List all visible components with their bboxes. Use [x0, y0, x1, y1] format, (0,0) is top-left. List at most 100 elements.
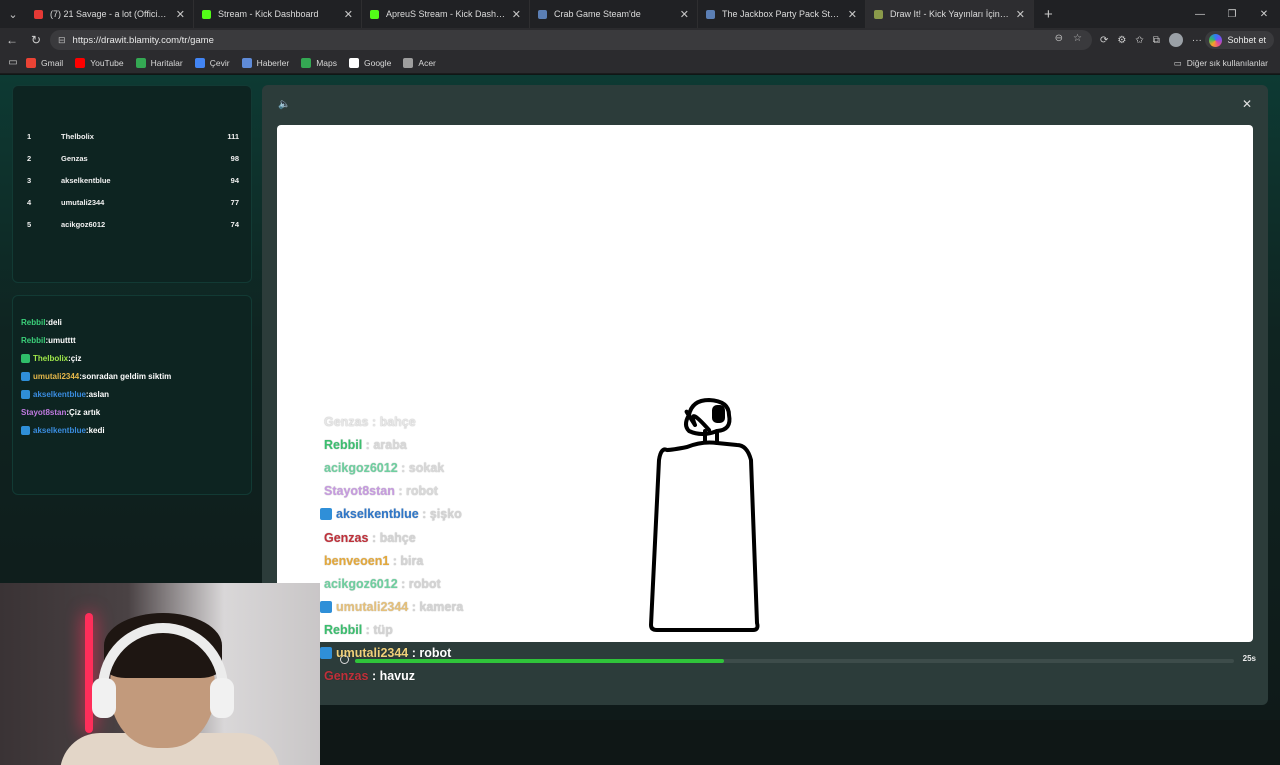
bookmark-item[interactable]: Maps — [301, 57, 337, 68]
guess-word: : bahçe — [368, 530, 416, 545]
guess-message: acikgoz6012 : sokak — [324, 461, 444, 475]
favorites-icon[interactable]: ✩ — [1135, 35, 1143, 46]
bottle-body-stroke — [649, 440, 760, 632]
guess-word: : kamera — [408, 599, 464, 614]
tab-close-icon[interactable]: ✕ — [512, 8, 521, 21]
guess-message: akselkentblue : şişko — [320, 507, 462, 521]
close-icon[interactable]: ✕ — [1242, 97, 1252, 111]
chat-badge-icon — [21, 372, 30, 381]
bookmark-item[interactable]: Acer — [403, 57, 436, 68]
url-field[interactable]: ⊟ https://drawit.blamity.com/tr/game ⊖ ☆ — [50, 30, 1092, 50]
chat-message: Thelbolix: çiz — [21, 354, 81, 363]
chat-message: akselkentblue: kedi — [21, 426, 105, 435]
tab-close-icon[interactable]: ✕ — [344, 8, 353, 21]
bookmark-favicon-icon — [301, 57, 312, 68]
browser-tab[interactable]: Draw It! - Kick Yayınları İçin Çizim ✕ — [866, 0, 1034, 28]
chat-text: umutttt — [48, 336, 76, 345]
close-window-icon[interactable]: ✕ — [1248, 0, 1280, 28]
site-info-icon[interactable]: ⊟ — [58, 35, 66, 46]
new-tab-button[interactable]: + — [1034, 6, 1053, 23]
chat-message: Stayot8stan: Çiz artık — [21, 408, 100, 417]
tab-title: ApreuS Stream - Kick Dashboard — [386, 9, 506, 19]
more-options-icon[interactable]: ··· — [1192, 35, 1202, 46]
guess-word: : bahçe — [368, 415, 416, 429]
browser-tab[interactable]: Crab Game Steam'de ✕ — [530, 0, 698, 28]
sound-toggle-icon[interactable]: 🔈 — [278, 99, 290, 110]
guess-word-text: bahçe — [379, 530, 416, 545]
guess-username: Genzas — [324, 669, 369, 684]
leaderboard-score: 98 — [230, 153, 239, 163]
tab-favicon-icon — [874, 9, 883, 19]
timer-bar — [355, 659, 1234, 663]
browser-tab[interactable]: (7) 21 Savage - a lot (Official Video) ✕ — [26, 0, 194, 28]
bookmark-label: Haritalar — [150, 57, 183, 68]
bookmark-favicon-icon — [241, 57, 252, 68]
copilot-chat-button[interactable]: Sohbet et — [1205, 31, 1274, 49]
bookmark-item[interactable]: Gmail — [26, 57, 64, 68]
guess-message: acikgoz6012 : robot — [324, 577, 441, 591]
window-controls: — ❐ ✕ — [1184, 0, 1280, 28]
toolbar-right: ⟳ ⚙ ✩ ⧉ ··· — [1100, 28, 1202, 52]
zoom-icon[interactable]: ⊖ — [1055, 33, 1063, 44]
bookmark-label: Maps — [316, 57, 337, 68]
maximize-icon[interactable]: ❐ — [1216, 0, 1248, 28]
collections-icon[interactable]: ⧉ — [1153, 35, 1160, 46]
bookmark-favicon-icon — [135, 57, 146, 68]
bottle-drawing — [649, 398, 760, 632]
user-badge-icon — [320, 600, 332, 613]
favorite-star-icon[interactable]: ☆ — [1073, 33, 1082, 44]
browser-tab[interactable]: ApreuS Stream - Kick Dashboard ✕ — [362, 0, 530, 28]
other-bookmarks[interactable]: ▭ Diğer sık kullanılanlar — [1174, 52, 1268, 74]
browser-tab[interactable]: Stream - Kick Dashboard ✕ — [194, 0, 362, 28]
tab-close-icon[interactable]: ✕ — [176, 8, 185, 21]
bookmark-item[interactable]: Haberler — [241, 57, 289, 68]
guess-username: akselkentblue — [336, 507, 419, 522]
tab-title: Stream - Kick Dashboard — [218, 9, 319, 19]
chat-message: Rebbil: umutttt — [21, 336, 76, 345]
url-text: https://drawit.blamity.com/tr/game — [72, 34, 214, 46]
guess-word: : şişko — [418, 507, 462, 522]
leaderboard-name: acikgoz6012 — [61, 220, 106, 230]
tab-close-icon[interactable]: ✕ — [680, 8, 689, 21]
leaderboard-rank: 5 — [27, 220, 32, 230]
leaderboard-name: umutali2344 — [61, 198, 105, 208]
split-screen-icon[interactable]: ⚙ — [1117, 35, 1126, 46]
chat-username[interactable]: Thelbolix — [33, 354, 68, 363]
leaderboard-score: 77 — [230, 198, 239, 208]
bookmark-favicon-icon — [194, 57, 205, 68]
extensions-icon[interactable]: ⟳ — [1100, 35, 1108, 46]
leaderboard-rank: 1 — [27, 131, 32, 141]
chat-text: aslan — [88, 390, 110, 399]
chat-badge-icon — [21, 390, 30, 399]
bookmark-favicon-icon — [75, 57, 86, 68]
tab-close-icon[interactable]: ✕ — [1016, 8, 1025, 21]
tab-close-icon[interactable]: ✕ — [848, 8, 857, 21]
bookmark-item[interactable]: Çevir — [194, 57, 230, 68]
back-icon[interactable]: ← — [0, 33, 24, 47]
chat-username[interactable]: Stayot8stan — [21, 408, 66, 417]
minimize-icon[interactable]: — — [1184, 0, 1216, 28]
tab-actions-menu-icon[interactable]: ⌄ — [0, 0, 26, 28]
bookmark-item[interactable]: Google — [348, 57, 391, 68]
guess-word-text: kamera — [419, 599, 464, 614]
tab-favicon-icon — [370, 9, 379, 19]
chat-username[interactable]: Rebbil — [21, 336, 45, 345]
guess-word-text: bira — [400, 553, 424, 568]
bookmark-label: Gmail — [41, 57, 64, 68]
bookmark-item[interactable]: Haritalar — [135, 57, 183, 68]
tab-sidebar-icon[interactable]: ▭ — [0, 57, 26, 68]
guess-username: Stayot8stan — [324, 484, 395, 499]
profile-avatar[interactable] — [1168, 33, 1183, 47]
chat-username[interactable]: umutali2344 — [33, 372, 79, 381]
guess-username: Rebbil — [324, 622, 363, 637]
guess-message: Genzas : bahçe — [324, 415, 416, 429]
guess-word-text: robot — [408, 576, 441, 591]
browser-tab[interactable]: The Jackbox Party Pack Steam'de ✕ — [698, 0, 866, 28]
drawing-canvas[interactable] — [277, 125, 1253, 642]
refresh-icon[interactable]: ↻ — [24, 33, 48, 47]
chat-username[interactable]: Rebbil — [21, 318, 45, 327]
copilot-icon — [1209, 33, 1223, 47]
chat-username[interactable]: akselkentblue — [33, 426, 86, 435]
bookmark-item[interactable]: YouTube — [75, 57, 124, 68]
chat-username[interactable]: akselkentblue — [33, 390, 86, 399]
